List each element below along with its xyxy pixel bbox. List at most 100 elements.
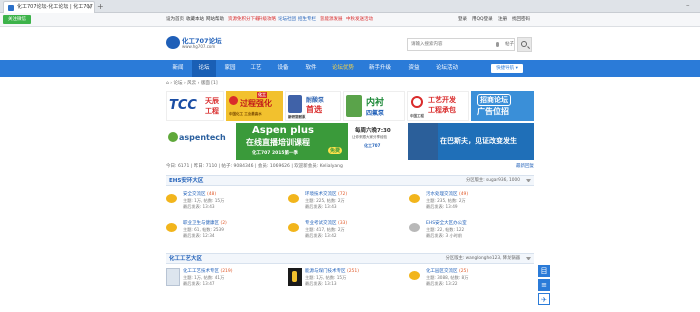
- board-item[interactable]: 能源与煤门技术专区 (251) 主题: 1万, 帖数: 15万 最后发表: 13…: [288, 268, 408, 292]
- board-name: 安全交流区 (48): [183, 192, 217, 197]
- mic-icon[interactable]: [496, 42, 499, 47]
- top-link[interactable]: 氢能源发展: [320, 16, 343, 24]
- close-tab-icon[interactable]: ×: [87, 2, 92, 13]
- board-last-post[interactable]: 最后发表: 13:42: [305, 233, 337, 239]
- minimize-button[interactable]: –: [686, 1, 690, 9]
- banner-aspentech[interactable]: aspentech: [166, 123, 234, 160]
- breadcrumb[interactable]: ⌂ › 论坛 › 风云 › 版面 [1]: [166, 80, 218, 88]
- search-button[interactable]: [517, 37, 532, 52]
- nav-item-home[interactable]: 家园: [218, 60, 242, 77]
- top-link[interactable]: 设为首页: [166, 16, 184, 24]
- float-contents-button[interactable]: 目: [538, 265, 550, 277]
- float-share-button[interactable]: ✈: [538, 293, 550, 305]
- logo-mark-icon: [166, 36, 180, 49]
- top-link[interactable]: 资源免积分下载: [228, 16, 260, 24]
- board-item[interactable]: 污水处理交流区 (49) 主题: 235, 帖数: 2万 最后发表: 13:49: [409, 191, 529, 215]
- banner-text: 新研常耐泵: [288, 115, 306, 119]
- top-link[interactable]: 网站帮助: [206, 16, 224, 24]
- section-moderators: 分区版主: sugar936, 1000: [466, 178, 520, 183]
- board-last-post[interactable]: 最后发表: 3 小时前: [426, 233, 462, 239]
- banner-text: 工程承包: [428, 106, 456, 114]
- board-item[interactable]: 职业卫生与健康区 (2) 主题: 61, 帖数: 2539 最后发表: 12:3…: [166, 220, 286, 244]
- top-link[interactable]: 中秋发送活动: [346, 16, 373, 24]
- board-last-post[interactable]: 最后发表: 13:22: [426, 281, 458, 287]
- board-last-post[interactable]: 最后发表: 13:49: [426, 204, 458, 210]
- nav-item-equipment[interactable]: 设备: [270, 60, 296, 77]
- nav-item-advantages[interactable]: 论坛优势: [326, 60, 360, 77]
- register-link[interactable]: 注册: [498, 16, 507, 24]
- search-input[interactable]: [408, 39, 488, 50]
- nav-item-forum[interactable]: 论坛: [192, 60, 216, 77]
- section-moderators: 分区版主: wanglonghe123, 降龙锅器: [445, 256, 520, 261]
- qq-login-link[interactable]: 用QQ登录: [472, 16, 493, 24]
- top-link[interactable]: 招生专栏: [298, 16, 316, 24]
- banner-text: 广告位招: [477, 107, 509, 116]
- banner-schedule[interactable]: 每周六晚7:30 让你来跟大家分享经验 化工707: [350, 123, 406, 160]
- nav-item-software[interactable]: 软件: [298, 60, 324, 77]
- board-thumbnail: [166, 268, 180, 286]
- section-title[interactable]: 化工工艺大区: [169, 254, 202, 264]
- board-name: 职业卫生与健康区 (2): [183, 221, 227, 226]
- board-item[interactable]: 专业考试交流区 (33) 主题: 417, 帖数: 2万 最后发表: 13:42: [288, 220, 408, 244]
- board-item[interactable]: 环境技术交流区 (72) 主题: 225, 帖数: 2万 最后发表: 13:43: [288, 191, 408, 215]
- browser-tab[interactable]: 化工707论坛-化工论坛 | 化工707 ×: [3, 1, 95, 13]
- banner-aspen-plus[interactable]: Aspen plus 在线直播培训课程 化工707 2015第一季 免费: [236, 123, 348, 160]
- main-nav: 新闻 论坛 家园 工艺 设备 软件 论坛优势 新手升级 资益 论坛活动: [0, 60, 700, 77]
- nav-item-newbie[interactable]: 新手升级: [362, 60, 398, 77]
- quick-nav-button[interactable]: 快捷导航 ▾: [491, 64, 523, 73]
- aspentech-logo-icon: [168, 132, 178, 142]
- banner-text: 工程: [205, 107, 219, 115]
- banner-text: 每周六晚7:30: [355, 128, 391, 134]
- company-logo-icon: [229, 96, 238, 105]
- board-last-post[interactable]: 最后发表: 13:43: [183, 204, 215, 210]
- site-logo[interactable]: 化工707论坛 www.hg707.com: [166, 35, 222, 51]
- top-link[interactable]: 收藏本站: [186, 16, 204, 24]
- banner-engineering[interactable]: 工艺开发 工程承包 中国工程: [407, 91, 469, 121]
- board-last-post[interactable]: 最后发表: 13:43: [305, 204, 337, 210]
- pump-icon: [288, 95, 302, 113]
- forgot-password-link[interactable]: 找回密码: [512, 16, 530, 24]
- collapse-icon[interactable]: [526, 257, 531, 260]
- latest-replies-link[interactable]: 最新回复: [516, 162, 534, 172]
- banner-text: TCC: [169, 98, 197, 113]
- top-link[interactable]: 升级攻略: [258, 16, 276, 24]
- board-item[interactable]: EHS安全大区办公室 主题: 22, 帖数: 122 最后发表: 3 小时前: [409, 220, 529, 244]
- float-menu-button[interactable]: ≡: [538, 279, 550, 291]
- top-link[interactable]: 论坛社团: [278, 16, 296, 24]
- section-title[interactable]: EHS安环大区: [169, 176, 203, 186]
- nav-item-activities[interactable]: 论坛活动: [430, 60, 464, 77]
- nav-item-process[interactable]: 工艺: [244, 60, 268, 77]
- forum-board-icon: [288, 223, 299, 232]
- board-item[interactable]: 化工园区交流区 (25) 主题: 3088, 帖数: 8万 最后发表: 13:2…: [409, 268, 529, 292]
- banner-lining[interactable]: 内衬 四氟泵: [343, 91, 405, 121]
- banner-process[interactable]: 化工 过程强化 中国化工 工业最高水: [226, 91, 283, 121]
- favicon-icon: [8, 5, 14, 11]
- nav-item-resources[interactable]: 资益: [400, 60, 428, 77]
- banner-basf[interactable]: 在巴斯夫，见证改变发生: [408, 123, 534, 160]
- board-item[interactable]: 安全交流区 (48) 主题: 1万, 帖数: 15万 最后发表: 13:43: [166, 191, 286, 215]
- banner-pump[interactable]: 耐酸泵 首选 新研常耐泵: [285, 91, 341, 121]
- nav-item-news[interactable]: 新闻: [166, 60, 190, 77]
- banner-ad-recruit[interactable]: 招商论坛 广告位招: [471, 91, 534, 121]
- banner-text: Aspen plus: [252, 125, 314, 136]
- collapse-icon[interactable]: [526, 179, 531, 182]
- board-last-post[interactable]: 最后发表: 12:34: [183, 233, 215, 239]
- search-type-select[interactable]: 帖子: [505, 41, 514, 47]
- company-logo-icon: [411, 96, 423, 108]
- board-item[interactable]: 化工工艺技术专区 (219) 主题: 1万, 帖数: 41万 最后发表: 13:…: [166, 268, 286, 292]
- banner-text: 内衬: [366, 98, 385, 108]
- banner-text: 天辰: [205, 97, 219, 105]
- banner-text: aspentech: [179, 133, 226, 142]
- login-link[interactable]: 登录: [458, 16, 467, 24]
- board-last-post[interactable]: 最后发表: 13:13: [305, 281, 337, 287]
- forum-board-icon: [409, 194, 420, 203]
- forum-board-icon: [288, 194, 299, 203]
- new-tab-button[interactable]: +: [97, 1, 104, 12]
- banner-text: 招商论坛: [477, 94, 511, 106]
- board-last-post[interactable]: 最后发表: 13:47: [183, 281, 215, 287]
- banner-tcc[interactable]: TCC 天辰 工程: [166, 91, 224, 121]
- banner-text: 过程强化: [240, 99, 272, 108]
- board-name: EHS安全大区办公室: [426, 221, 467, 226]
- pump-icon: [346, 95, 362, 117]
- board-name: 专业考试交流区 (33): [305, 221, 348, 226]
